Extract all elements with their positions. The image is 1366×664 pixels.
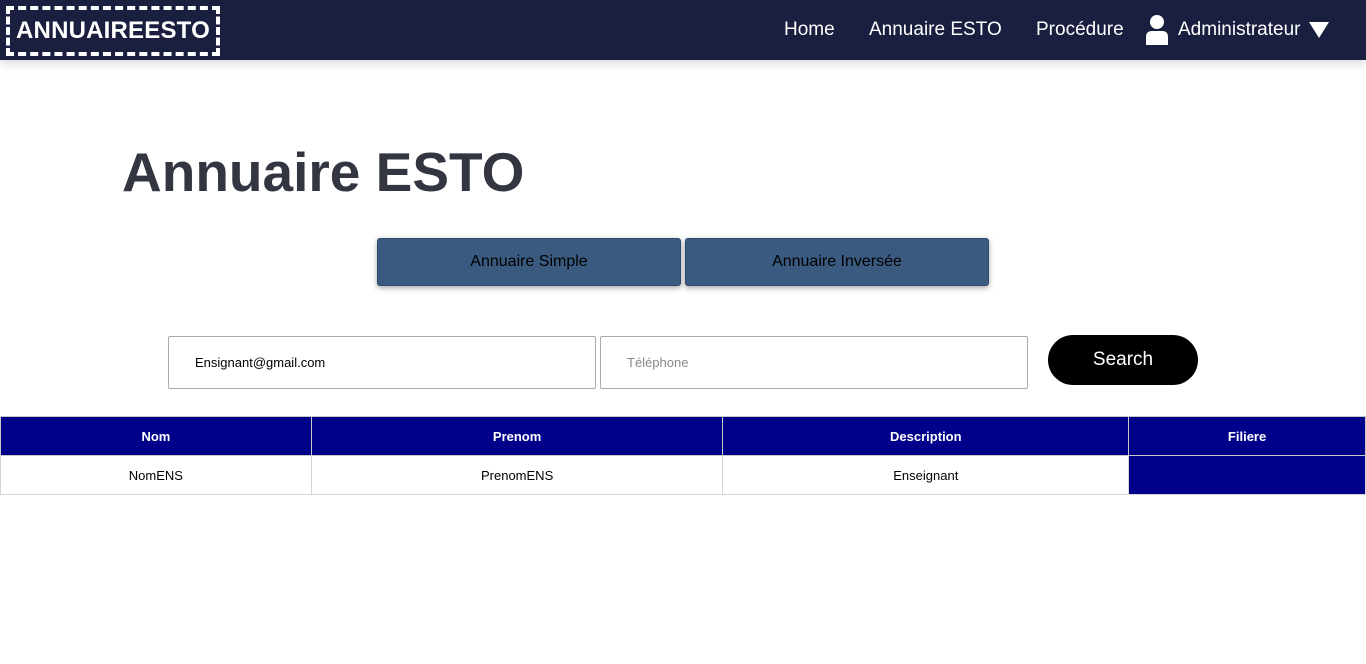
search-button[interactable]: Search bbox=[1048, 335, 1198, 385]
header-nom: Nom bbox=[0, 416, 312, 456]
logo[interactable]: ANNUAIREESTO bbox=[6, 6, 220, 56]
cell-nom: NomENS bbox=[0, 455, 312, 495]
table-row[interactable]: NomENS PrenomENS Enseignant bbox=[0, 455, 1366, 495]
cell-filiere bbox=[1128, 455, 1366, 495]
header-filiere: Filiere bbox=[1128, 416, 1366, 456]
header-prenom: Prenom bbox=[310, 416, 724, 456]
email-field[interactable] bbox=[168, 336, 596, 389]
nav-annuaire-esto[interactable]: Annuaire ESTO bbox=[869, 19, 1002, 41]
cell-description: Enseignant bbox=[722, 455, 1130, 495]
table-header-row: Nom Prenom Description Filiere bbox=[0, 416, 1366, 456]
user-name: Administrateur bbox=[1178, 19, 1301, 40]
navbar: ANNUAIREESTO Home Annuaire ESTO Procédur… bbox=[0, 0, 1366, 60]
annuaire-simple-button[interactable]: Annuaire Simple bbox=[377, 238, 681, 286]
cell-prenom: PrenomENS bbox=[310, 455, 724, 495]
nav-home[interactable]: Home bbox=[784, 19, 835, 41]
phone-field[interactable] bbox=[600, 336, 1028, 389]
user-menu[interactable]: Administrateur bbox=[1145, 8, 1329, 52]
results-table: Nom Prenom Description Filiere NomENS Pr… bbox=[0, 416, 1366, 495]
nav-procedure[interactable]: Procédure bbox=[1036, 19, 1124, 41]
page-title: Annuaire ESTO bbox=[122, 141, 525, 203]
user-icon bbox=[1146, 15, 1168, 45]
caret-down-icon bbox=[1308, 22, 1329, 38]
annuaire-inversee-button[interactable]: Annuaire Inversée bbox=[685, 238, 989, 286]
header-description: Description bbox=[722, 416, 1130, 456]
